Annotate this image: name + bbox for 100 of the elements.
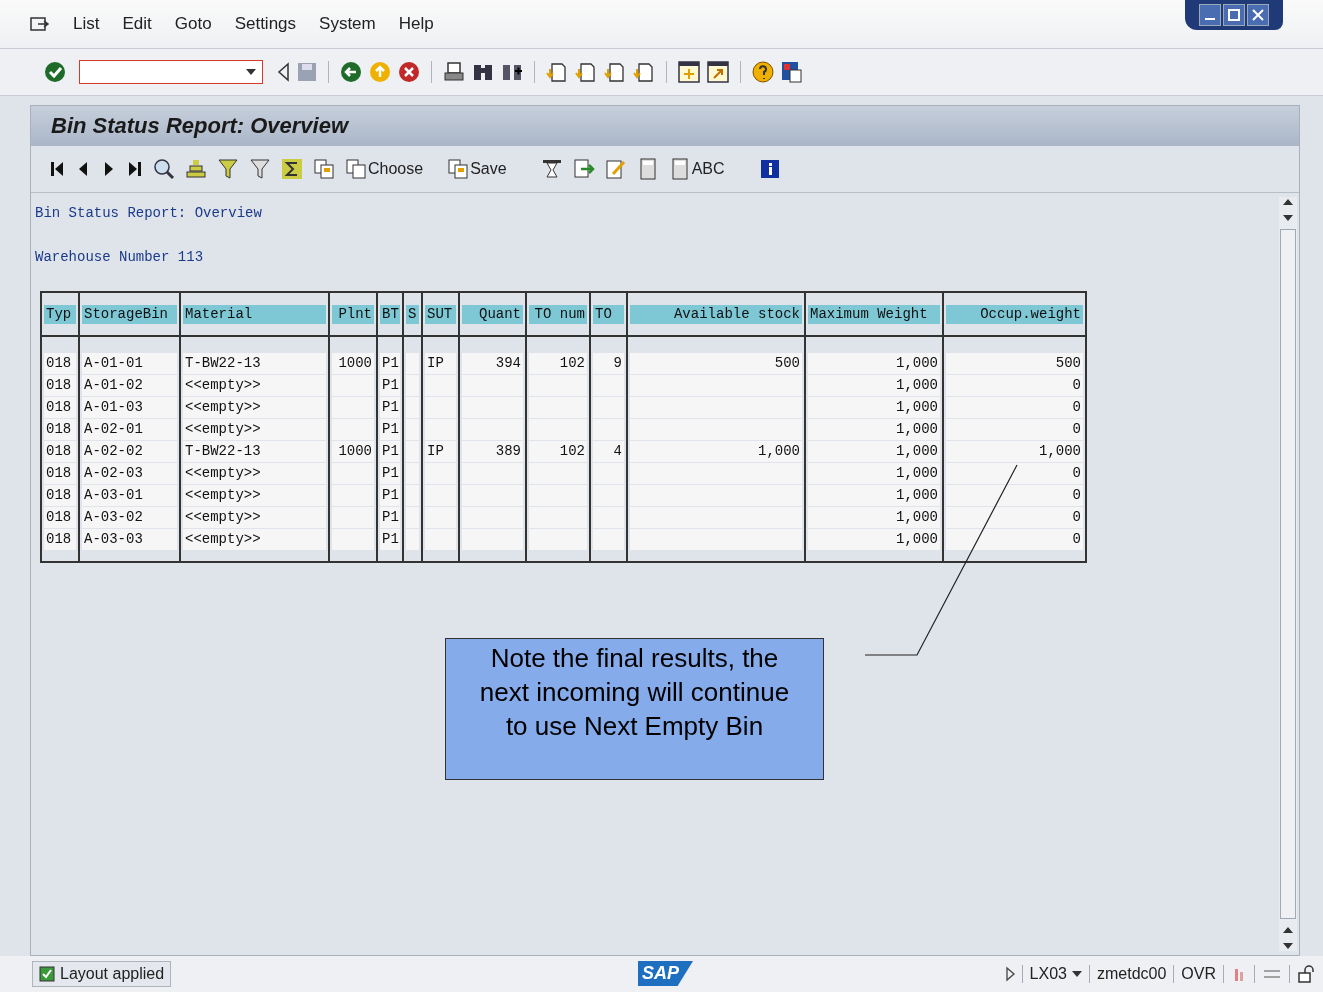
menu-item[interactable]: System	[319, 14, 376, 34]
shortcut-icon[interactable]	[707, 61, 729, 83]
table-cell: 394	[462, 353, 523, 375]
maximize-icon[interactable]	[1223, 4, 1245, 26]
scroll-up-icon[interactable]	[1282, 197, 1294, 207]
column-header[interactable]: S	[406, 304, 419, 324]
info-icon[interactable]	[758, 158, 781, 180]
table-cell: 1,000	[808, 353, 940, 375]
table-cell: P1	[380, 507, 400, 529]
menu-item[interactable]: Goto	[174, 14, 212, 34]
column-header[interactable]: SUT	[425, 304, 456, 324]
documents-icon	[447, 158, 470, 180]
menu-item[interactable]: Help	[398, 14, 434, 34]
table-cell: P1	[380, 529, 400, 551]
table-cell: 1,000	[808, 419, 940, 441]
column-header[interactable]: Typ	[44, 304, 76, 324]
table-cell: <<empty>>	[183, 529, 326, 551]
command-field[interactable]	[79, 60, 263, 84]
insert-mode[interactable]: OVR	[1181, 965, 1216, 983]
table-cell: 1,000	[808, 441, 940, 463]
table-cell: 1,000	[808, 397, 940, 419]
layout-menu-icon[interactable]	[781, 61, 803, 83]
scroll-thumb[interactable]	[1280, 229, 1296, 919]
table-cell: 1,000	[808, 485, 940, 507]
export-icon[interactable]	[572, 158, 595, 180]
table-cell: 1,000	[808, 507, 940, 529]
expand-triangle-icon[interactable]	[1004, 966, 1015, 982]
table-cell: 0	[946, 463, 1083, 485]
vertical-scrollbar[interactable]	[1279, 197, 1297, 951]
table-cell: 102	[529, 353, 587, 375]
table-cell: 018	[44, 485, 76, 507]
save-layout-button[interactable]: Save	[447, 158, 507, 180]
table-cell: A-02-03	[82, 463, 177, 485]
abc-button[interactable]: ABC	[668, 158, 725, 180]
choose-button[interactable]: Choose	[345, 158, 424, 180]
page-arrow-icon[interactable]	[575, 61, 597, 83]
column-header[interactable]: Plnt	[332, 304, 374, 324]
new-window-icon[interactable]	[678, 61, 700, 83]
column-header[interactable]: Quant	[462, 304, 523, 324]
menu-item[interactable]: List	[73, 14, 100, 34]
table-cell: <<empty>>	[183, 507, 326, 529]
hourglass-icon[interactable]	[540, 158, 563, 180]
page-arrow-icon[interactable]	[633, 61, 655, 83]
table-cell: 018	[44, 397, 76, 419]
callout-note: Note the final results, the next incoming will continue to use Next Empty Bin	[445, 638, 824, 780]
table-cell: P1	[380, 485, 400, 507]
page-arrow-icon[interactable]	[546, 61, 568, 83]
table-cell: A-03-02	[82, 507, 177, 529]
padlock-icon[interactable]	[1297, 965, 1315, 983]
menu-item[interactable]: Edit	[122, 14, 152, 34]
page-arrow-icon[interactable]	[604, 61, 626, 83]
close-icon[interactable]	[1247, 4, 1269, 26]
column-header[interactable]: Material	[183, 304, 326, 324]
sum-icon[interactable]	[281, 158, 303, 180]
table-cell: 500	[946, 353, 1083, 375]
column-header[interactable]: Maximum Weight	[808, 304, 940, 324]
table-cell: A-02-01	[82, 419, 177, 441]
column-header[interactable]: Available stock	[630, 304, 802, 324]
column-header[interactable]: BT	[380, 304, 400, 324]
dropdown-caret-icon[interactable]	[1071, 971, 1082, 977]
filter-icon[interactable]	[249, 158, 271, 180]
table-cell: 1,000	[808, 463, 940, 485]
print-icon[interactable]	[443, 61, 465, 83]
first-page-icon[interactable]	[49, 160, 65, 178]
pencil-icon[interactable]	[604, 158, 627, 180]
cancel-icon[interactable]	[398, 61, 420, 83]
sap-logo: SAP	[638, 961, 693, 986]
menu-item[interactable]: Settings	[234, 14, 297, 34]
check-icon[interactable]	[44, 61, 66, 83]
server-name: zmetdc00	[1096, 965, 1167, 983]
last-page-icon[interactable]	[127, 160, 143, 178]
table-cell: <<empty>>	[183, 419, 326, 441]
table-cell: P1	[380, 463, 400, 485]
magnifier-icon[interactable]	[153, 158, 175, 180]
scroll-down-icon[interactable]	[1282, 941, 1294, 951]
back-triangle-icon[interactable]	[276, 62, 290, 82]
dropdown-caret-icon[interactable]	[246, 69, 256, 75]
transaction-code[interactable]: LX03	[1029, 965, 1082, 983]
table-cell: 1,000	[946, 441, 1083, 463]
help-icon[interactable]	[752, 61, 774, 83]
column-header[interactable]: StorageBin	[82, 304, 177, 324]
sort-icon[interactable]	[185, 158, 207, 180]
documents-icon[interactable]	[313, 158, 335, 180]
table-cell: 018	[44, 463, 76, 485]
menu-icon[interactable]	[30, 16, 50, 32]
scroll-up-icon[interactable]	[1282, 925, 1294, 935]
table-cell: 500	[630, 353, 802, 375]
table-cell: P1	[380, 441, 400, 463]
minimize-icon[interactable]	[1199, 4, 1221, 26]
filter-icon[interactable]	[217, 158, 239, 180]
table-cell: 1,000	[808, 529, 940, 551]
column-header[interactable]: TO num	[529, 304, 587, 324]
scroll-down-icon[interactable]	[1282, 213, 1294, 223]
checkbox-icon	[39, 966, 55, 982]
table-cell: IP	[425, 441, 456, 463]
table-cell: P1	[380, 419, 400, 441]
back-icon[interactable]	[340, 61, 362, 83]
column-header[interactable]: TO	[593, 304, 624, 324]
table-cell: 1000	[332, 353, 374, 375]
column-header[interactable]: Occup.weight	[946, 304, 1083, 324]
